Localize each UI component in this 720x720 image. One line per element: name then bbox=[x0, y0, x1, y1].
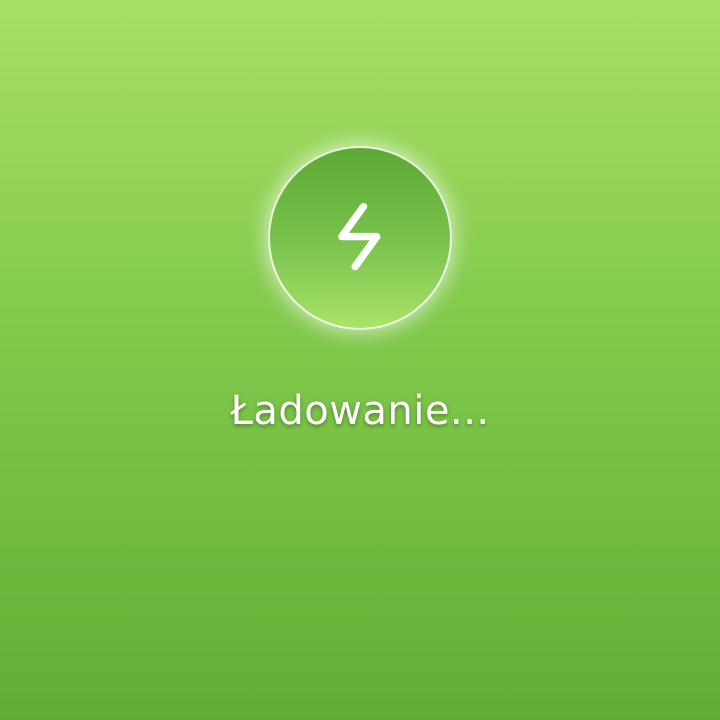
loading-status-text: Ładowanie... bbox=[230, 388, 490, 434]
lightning-bolt-icon bbox=[338, 202, 381, 271]
charging-badge bbox=[268, 146, 452, 330]
loading-screen: Ładowanie... bbox=[0, 0, 720, 720]
